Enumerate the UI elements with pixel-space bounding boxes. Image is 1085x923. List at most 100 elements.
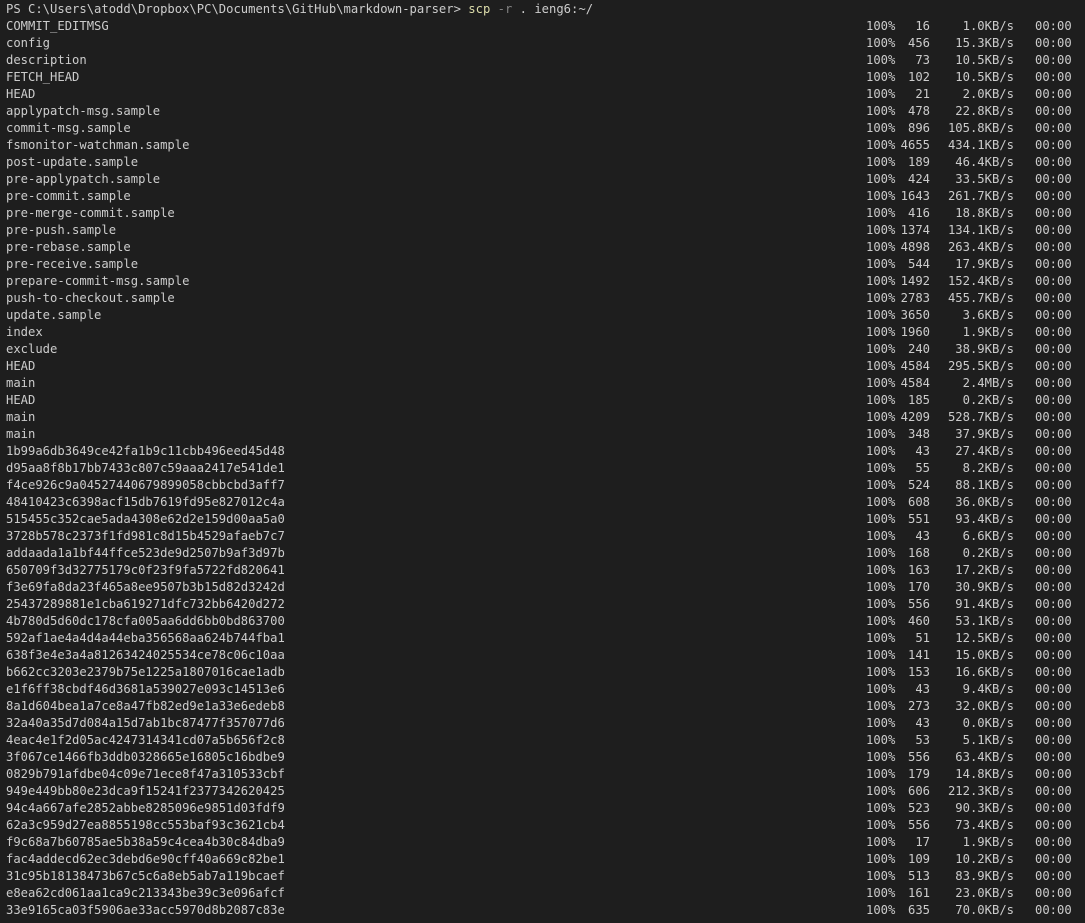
transfer-speed: 33.5KB/s (955, 172, 1014, 186)
transfer-percent: 100% (866, 19, 896, 33)
transfer-speed: 152.4KB/s (947, 274, 1014, 288)
file-name: HEAD (6, 393, 36, 407)
file-name: FETCH_HEAD (6, 70, 80, 84)
transfer-eta: 00:00 (1035, 410, 1072, 424)
transfer-eta: 00:00 (1035, 631, 1072, 645)
transfer-percent: 100% (866, 886, 896, 900)
file-name: f3e69fa8da23f465a8ee9507b3b15d82d3242d (6, 580, 285, 594)
transfer-speed: 10.5KB/s (955, 53, 1014, 67)
file-name: 949e449bb80e23dca9f15241f2377342620425 (6, 784, 285, 798)
transfer-row: 949e449bb80e23dca9f15241f2377342620425 10… (0, 783, 1085, 800)
transfer-percent: 100% (866, 138, 896, 152)
transfer-row: 650709f3d32775179c0f23f9fa5722fd820641 10… (0, 562, 1085, 579)
transfer-speed: 30.9KB/s (955, 580, 1014, 594)
file-size: 513 (907, 869, 930, 883)
transfer-percent: 100% (866, 257, 896, 271)
file-size: 1492 (900, 274, 930, 288)
transfer-percent: 100% (866, 716, 896, 730)
transfer-eta: 00:00 (1035, 70, 1072, 84)
transfer-row: commit-msg.sample 100% 896 105.8KB/s 00:00 (0, 120, 1085, 137)
transfer-speed: 27.4KB/s (955, 444, 1014, 458)
transfer-eta: 00:00 (1035, 512, 1072, 526)
transfer-eta: 00:00 (1035, 699, 1072, 713)
transfer-row: main 100% 4584 2.4MB/s 00:00 (0, 375, 1085, 392)
transfer-percent: 100% (866, 325, 896, 339)
file-name: pre-rebase.sample (6, 240, 131, 254)
transfer-row: 515455c352cae5ada4308e62d2e159d00aa5a0 10… (0, 511, 1085, 528)
transfer-eta: 00:00 (1035, 614, 1072, 628)
file-name: 1b99a6db3649ce42fa1b9c11cbb496eed45d48 (6, 444, 285, 458)
transfer-row: pre-push.sample 100% 1374 134.1KB/s 00:00 (0, 222, 1085, 239)
transfer-row: pre-receive.sample 100% 544 17.9KB/s 00:00 (0, 256, 1085, 273)
transfer-speed: 14.8KB/s (955, 767, 1014, 781)
file-size: 523 (907, 801, 930, 815)
file-name: pre-applypatch.sample (6, 172, 161, 186)
file-size: 524 (907, 478, 930, 492)
transfer-speed: 17.9KB/s (955, 257, 1014, 271)
transfer-speed: 261.7KB/s (947, 189, 1014, 203)
file-name: HEAD (6, 359, 36, 373)
transfer-row: fsmonitor-watchman.sample 100% 4655 434.1KB… (0, 137, 1085, 154)
file-size: 544 (907, 257, 930, 271)
transfer-eta: 00:00 (1035, 53, 1072, 67)
transfer-percent: 100% (866, 665, 896, 679)
file-size: 109 (907, 852, 930, 866)
transfer-percent: 100% (866, 512, 896, 526)
file-name: pre-receive.sample (6, 257, 139, 271)
transfer-percent: 100% (866, 342, 896, 356)
file-size: 424 (907, 172, 930, 186)
transfer-speed: 17.2KB/s (955, 563, 1014, 577)
transfer-speed: 22.8KB/s (955, 104, 1014, 118)
transfer-eta: 00:00 (1035, 529, 1072, 543)
transfer-row: f4ce926c9a04527440679899058cbbcbd3aff7 10… (0, 477, 1085, 494)
file-size: 556 (907, 818, 930, 832)
file-size: 43 (915, 444, 930, 458)
transfer-percent: 100% (866, 36, 896, 50)
transfer-eta: 00:00 (1035, 138, 1072, 152)
transfer-speed: 105.8KB/s (947, 121, 1014, 135)
file-size: 53 (915, 733, 930, 747)
transfer-row: 0829b791afdbe04c09e71ece8f47a310533cbf 10… (0, 766, 1085, 783)
file-name: fsmonitor-watchman.sample (6, 138, 190, 152)
transfer-percent: 100% (866, 597, 896, 611)
transfer-speed: 63.4KB/s (955, 750, 1014, 764)
transfer-eta: 00:00 (1035, 648, 1072, 662)
file-size: 55 (915, 461, 930, 475)
file-name: 33e9165ca03f5906ae33acc5970d8b2087c83e (6, 903, 285, 917)
transfer-row: HEAD 100% 21 2.0KB/s 00:00 (0, 86, 1085, 103)
transfer-eta: 00:00 (1035, 206, 1072, 220)
file-name: description (6, 53, 87, 67)
transfer-eta: 00:00 (1035, 801, 1072, 815)
transfer-speed: 16.6KB/s (955, 665, 1014, 679)
file-size: 460 (907, 614, 930, 628)
transfer-eta: 00:00 (1035, 478, 1072, 492)
transfer-row: 8a1d604bea1a7ce8a47fb82ed9e1a33e6edeb8 10… (0, 698, 1085, 715)
file-name: 515455c352cae5ada4308e62d2e159d00aa5a0 (6, 512, 285, 526)
transfer-eta: 00:00 (1035, 597, 1072, 611)
file-size: 102 (907, 70, 930, 84)
transfer-eta: 00:00 (1035, 444, 1072, 458)
transfer-row: description 100% 73 10.5KB/s 00:00 (0, 52, 1085, 69)
transfer-eta: 00:00 (1035, 376, 1072, 390)
transfer-speed: 134.1KB/s (947, 223, 1014, 237)
transfer-row: 33e9165ca03f5906ae33acc5970d8b2087c83e 10… (0, 902, 1085, 919)
transfer-eta: 00:00 (1035, 767, 1072, 781)
transfer-eta: 00:00 (1035, 733, 1072, 747)
transfer-speed: 295.5KB/s (947, 359, 1014, 373)
transfer-speed: 36.0KB/s (955, 495, 1014, 509)
transfer-percent: 100% (866, 206, 896, 220)
file-size: 1374 (900, 223, 930, 237)
transfer-eta: 00:00 (1035, 869, 1072, 883)
transfer-speed: 1.0KB/s (962, 19, 1014, 33)
terminal-window[interactable]: PS C:\Users\atodd\Dropbox\PC\Documents\G… (0, 0, 1085, 923)
transfer-eta: 00:00 (1035, 495, 1072, 509)
transfer-speed: 1.9KB/s (962, 835, 1014, 849)
transfer-percent: 100% (866, 818, 896, 832)
transfer-speed: 91.4KB/s (955, 597, 1014, 611)
file-size: 153 (907, 665, 930, 679)
transfer-speed: 528.7KB/s (947, 410, 1014, 424)
file-name: 650709f3d32775179c0f23f9fa5722fd820641 (6, 563, 285, 577)
transfer-percent: 100% (866, 410, 896, 424)
transfer-row: e8ea62cd061aa1ca9c213343be39c3e096afcf 10… (0, 885, 1085, 902)
transfer-percent: 100% (866, 121, 896, 135)
